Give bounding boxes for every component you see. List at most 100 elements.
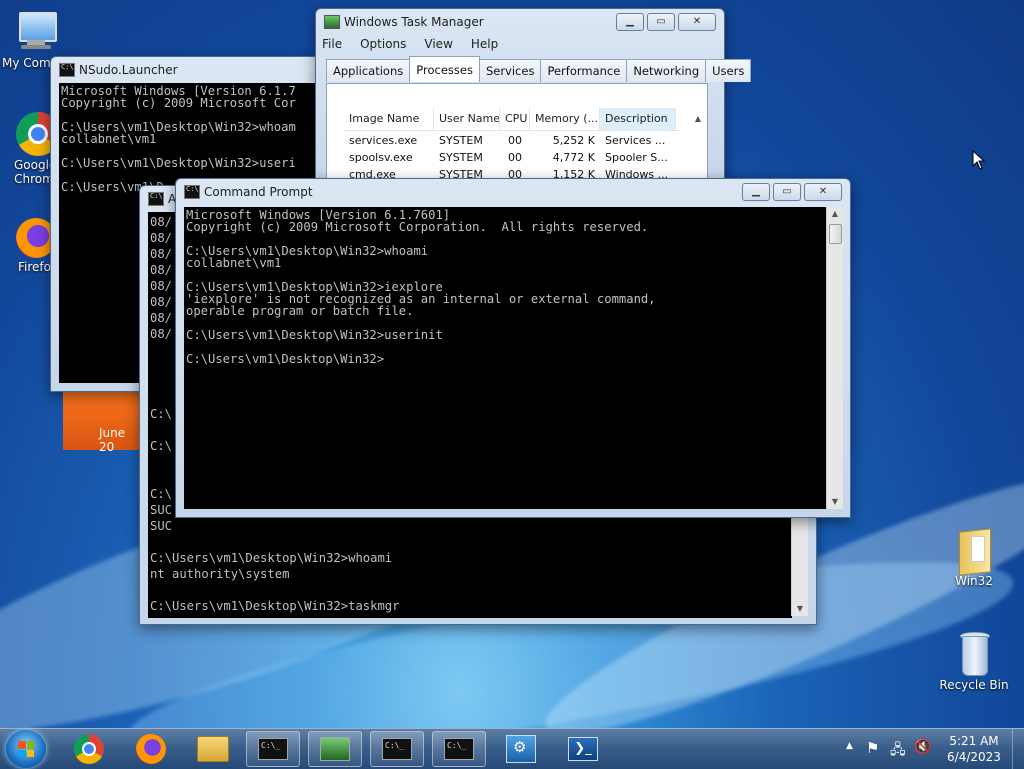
taskbar-cmd-button-3[interactable]	[432, 731, 486, 767]
folder-icon	[957, 526, 991, 576]
menu-bar: File Options View Help	[322, 37, 498, 51]
scroll-up-arrow-icon[interactable]: ▲	[827, 207, 843, 221]
console-icon	[258, 738, 288, 760]
table-rows: services.exe SYSTEM 00 5,252 K Services ... s…	[344, 131, 681, 182]
table-scroll-up-arrow-icon[interactable]: ▲	[695, 114, 701, 123]
computer-icon	[11, 8, 57, 54]
table-row[interactable]: spoolsv.exe SYSTEM 00 4,772 K Spooler S...	[344, 148, 681, 165]
console-output[interactable]: Microsoft Windows [Version 6.1.7601] Copy…	[184, 207, 826, 509]
column-description[interactable]: Description	[600, 108, 676, 130]
scroll-down-arrow-icon[interactable]: ▼	[827, 495, 843, 509]
table-row[interactable]: services.exe SYSTEM 00 5,252 K Services ...	[344, 131, 681, 148]
tab-users[interactable]: Users	[705, 59, 752, 82]
table-header: Image Name User Name CPU Memory (... Des…	[344, 108, 681, 131]
tab-strip: Applications Processes Services Performa…	[326, 56, 752, 82]
console-line: collabnet\vm1	[186, 256, 282, 270]
desktop-icon-label: Win32	[955, 574, 993, 588]
calendar-gadget-date: June 20	[99, 426, 126, 454]
desktop-icon-label: Recycle Bin	[939, 678, 1009, 692]
command-prompt-window[interactable]: Command Prompt ▁ ▭ ✕ Microsoft Windows […	[175, 178, 851, 518]
task-manager-icon	[320, 737, 350, 761]
start-button[interactable]	[6, 730, 46, 768]
desktop-icon-label: Google Chrom	[14, 158, 57, 186]
column-user-name[interactable]: User Name	[434, 108, 500, 130]
powershell-icon: ❯_	[568, 737, 598, 761]
tab-services[interactable]: Services	[478, 59, 542, 82]
maximize-button[interactable]: ▭	[647, 13, 675, 31]
mouse-cursor-icon	[972, 150, 986, 170]
table-cell: services.exe	[349, 134, 418, 147]
clock[interactable]: 5:21 AM 6/4/2023	[946, 733, 1002, 765]
menu-options[interactable]: Options	[360, 37, 406, 51]
console-line: Copyright (c) 2009 Microsoft Corporation…	[186, 220, 649, 234]
desktop: My Comp Google Chrom Firefo June 20 Win3…	[0, 0, 1024, 728]
console-line: nt authority\system	[150, 567, 290, 581]
tab-performance[interactable]: Performance	[540, 59, 628, 82]
tab-processes[interactable]: Processes	[409, 56, 480, 82]
menu-help[interactable]: Help	[471, 37, 498, 51]
vertical-scrollbar[interactable]: ▲ ▼	[826, 207, 843, 509]
console-icon	[444, 738, 474, 760]
table-cell: 00	[508, 151, 522, 164]
title-bar[interactable]: Windows Task Manager ▁ ▭ ✕	[316, 9, 724, 35]
console-line: C:\Users\vm1\Desktop\Win32>	[186, 352, 385, 366]
console-icon	[184, 185, 200, 199]
console-line: collabnet\vm1	[61, 132, 157, 146]
console-line: operable program or batch file.	[186, 304, 414, 318]
task-manager-window[interactable]: Windows Task Manager ▁ ▭ ✕ File Options …	[315, 8, 752, 195]
taskbar-cmd-button-2[interactable]	[370, 731, 424, 767]
task-manager-icon	[324, 15, 340, 29]
column-memory[interactable]: Memory (...	[530, 108, 600, 130]
console-icon	[59, 63, 75, 77]
table-cell: SYSTEM	[439, 151, 483, 164]
close-button[interactable]: ✕	[678, 13, 716, 31]
table-cell: 00	[508, 134, 522, 147]
menu-file[interactable]: File	[322, 37, 342, 51]
process-table[interactable]: Image Name User Name CPU Memory (... Des…	[344, 108, 681, 182]
show-hidden-icons-icon[interactable]: ▲	[846, 741, 853, 751]
taskbar-services-button[interactable]: ⚙	[494, 731, 548, 767]
window-title: Command Prompt	[204, 185, 313, 199]
minimize-button[interactable]: ▁	[742, 183, 770, 201]
taskbar-cmd-button[interactable]	[246, 731, 300, 767]
table-cell: Services ...	[605, 134, 666, 147]
network-icon[interactable]: 🖧	[890, 739, 906, 763]
folder-icon	[197, 736, 229, 762]
taskbar-firefox-button[interactable]	[124, 731, 178, 767]
console-line: SUC	[150, 519, 173, 533]
show-desktop-button[interactable]	[1012, 729, 1024, 769]
taskbar-powershell-button[interactable]: ❯_	[556, 731, 610, 767]
taskbar-chrome-button[interactable]	[62, 731, 116, 767]
column-cpu[interactable]: CPU	[500, 108, 530, 130]
desktop-icon-win32-folder[interactable]: Win32	[936, 526, 1012, 588]
close-button[interactable]: ✕	[804, 183, 842, 201]
console-line: C:\Users\vm1\Desktop\Win32>userinit	[186, 328, 443, 342]
title-bar[interactable]: NSudo.Launcher	[51, 57, 331, 83]
table-cell: SYSTEM	[439, 134, 483, 147]
scroll-thumb[interactable]	[829, 224, 842, 244]
tab-networking[interactable]: Networking	[626, 59, 707, 82]
action-center-flag-icon[interactable]: ⚑	[866, 739, 879, 757]
taskbar-task-manager-button[interactable]	[308, 731, 362, 767]
recycle-bin-icon	[957, 630, 991, 676]
column-image-name[interactable]: Image Name	[344, 108, 434, 130]
desktop-icon-recycle-bin[interactable]: Recycle Bin	[936, 630, 1012, 692]
scroll-down-arrow-icon[interactable]: ▼	[792, 602, 808, 616]
volume-muted-icon[interactable]: 🔇	[914, 739, 931, 755]
maximize-button[interactable]: ▭	[773, 183, 801, 201]
window-title: Windows Task Manager	[344, 15, 484, 29]
console-line: C:\Users\vm1\Desktop\Win32>useri	[61, 156, 296, 170]
chrome-icon	[74, 734, 104, 764]
menu-view[interactable]: View	[424, 37, 452, 51]
console-line: Copyright (c) 2009 Microsoft Cor	[61, 96, 296, 110]
title-bar[interactable]: Command Prompt ▁ ▭ ✕	[176, 179, 850, 205]
taskbar-explorer-button[interactable]	[186, 731, 240, 767]
windows-logo-icon	[18, 741, 34, 757]
console-line: C:\Users\vm1\Desktop\Win32>taskmgr	[150, 599, 400, 613]
system-tray: ▲ ⚑ 🖧 🔇 5:21 AM 6/4/2023	[842, 729, 1024, 769]
tab-applications[interactable]: Applications	[326, 59, 411, 82]
minimize-button[interactable]: ▁	[616, 13, 644, 31]
